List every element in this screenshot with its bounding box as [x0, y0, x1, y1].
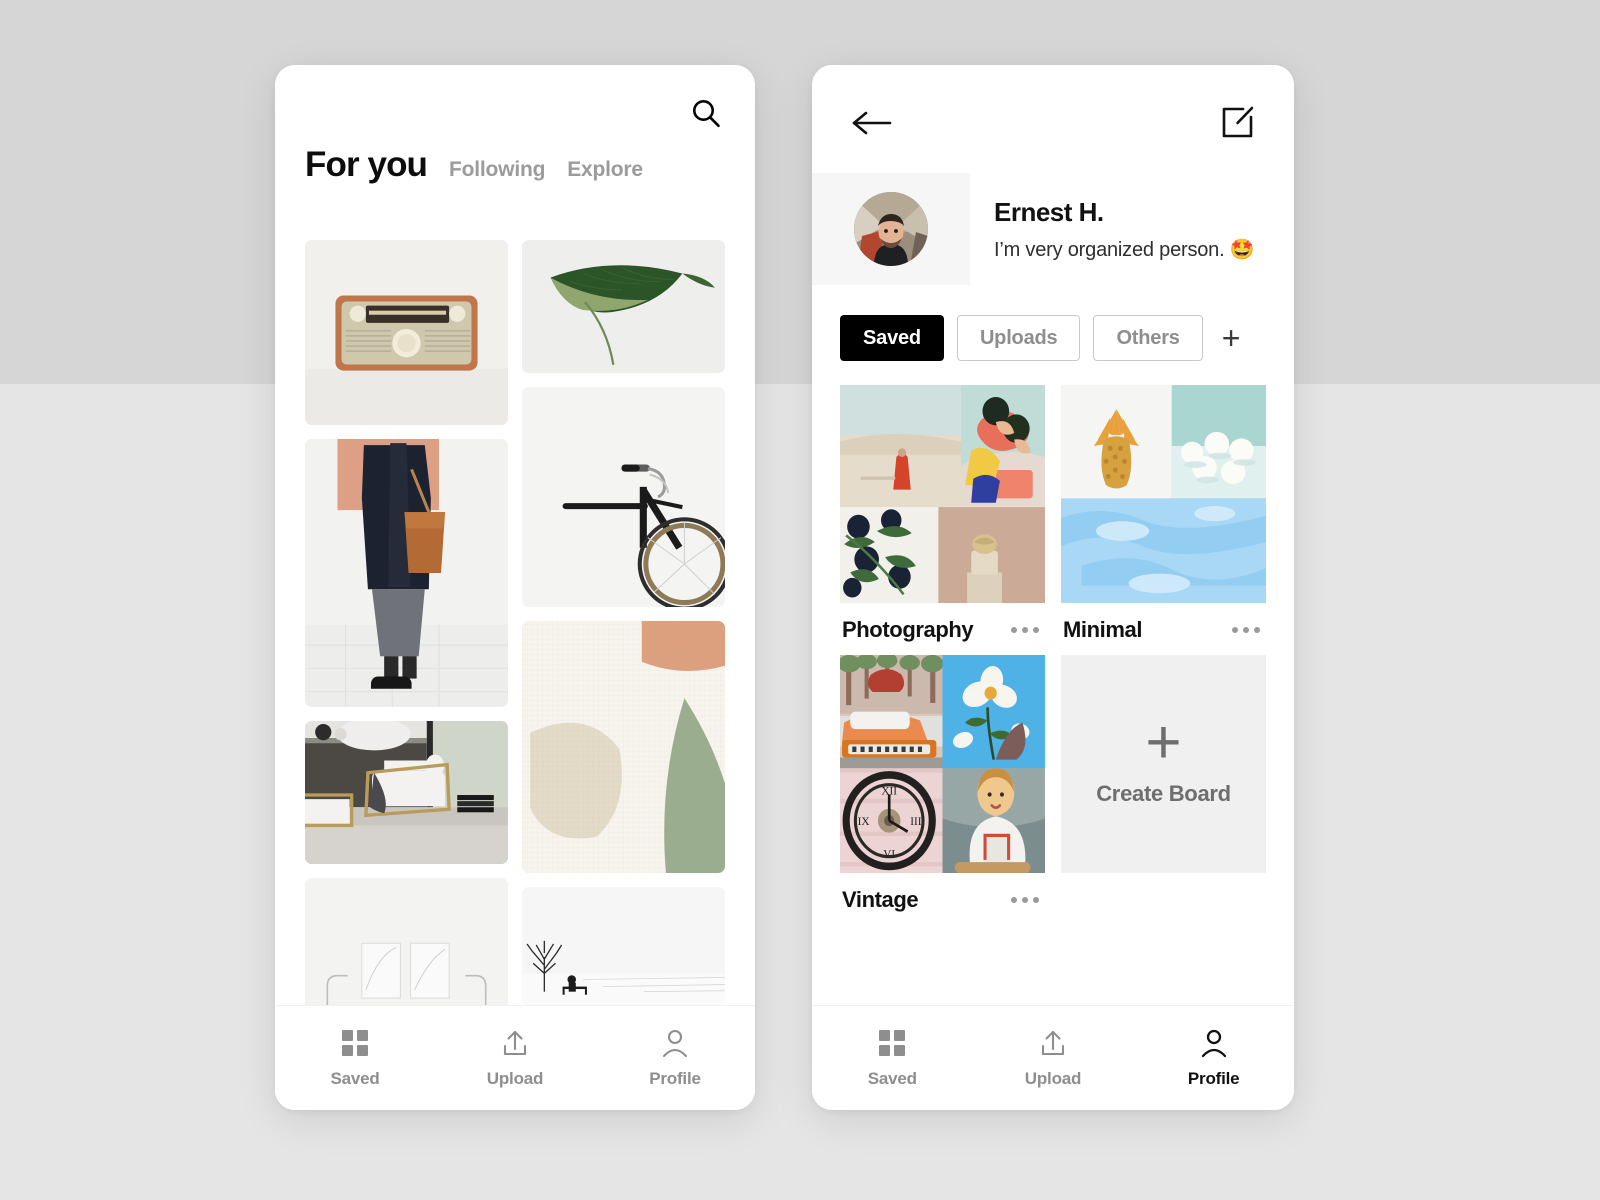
bicycle-handlebar-photo[interactable] [522, 387, 725, 607]
create-board-label: Create Board [1096, 780, 1231, 806]
pill-uploads[interactable]: Uploads [956, 315, 1081, 361]
page-title: For you [305, 145, 428, 184]
masonry-column-right [522, 240, 725, 1110]
feed-tabbar: For you Following Explore [275, 147, 755, 215]
arrow-left-icon[interactable] [852, 109, 892, 137]
board-card-create[interactable]: + Create Board [1061, 655, 1266, 913]
feed-phone-mockup: For you Following Explore Saved Upload P… [275, 65, 755, 1110]
feed-screen: For you Following Explore Saved Upload P… [275, 65, 755, 1110]
feed-topbar [275, 65, 755, 147]
upload-icon [1038, 1028, 1068, 1058]
nav-item-upload[interactable]: Upload [973, 1028, 1134, 1089]
profile-text-block: Ernest H. I’m very organized person. 🤩 [970, 197, 1255, 262]
avatar[interactable] [854, 192, 928, 266]
profile-phone-mockup: Ernest H. I’m very organized person. 🤩 S… [812, 65, 1294, 1110]
svg-text:VI: VI [883, 847, 895, 860]
board-foot-photography: Photography [840, 603, 1045, 643]
board-name-minimal: Minimal [1063, 617, 1143, 642]
board-name-vintage: Vintage [842, 887, 919, 912]
add-board-pill[interactable]: + [1216, 322, 1247, 354]
nav-label-profile: Profile [649, 1068, 701, 1088]
woman-with-tote-bag-photo[interactable] [305, 439, 508, 707]
canvas: For you Following Explore Saved Upload P… [0, 0, 1600, 1200]
profile-filter-pills: Saved Uploads Others + [812, 285, 1294, 385]
abstract-shapes-artwork[interactable] [522, 621, 725, 873]
board-thumb-vintage[interactable]: XII III VI IX [840, 655, 1045, 873]
more-options-icon[interactable] [1232, 627, 1264, 633]
upload-icon [500, 1028, 530, 1058]
profile-identity-row: Ernest H. I’m very organized person. 🤩 [812, 173, 1294, 285]
nav-item-upload[interactable]: Upload [435, 1028, 595, 1089]
board-thumb-photography[interactable] [840, 385, 1045, 603]
profile-bottom-navbar: Saved Upload Profile [812, 1005, 1294, 1110]
person-icon [1199, 1028, 1229, 1058]
pill-saved[interactable]: Saved [840, 315, 944, 361]
nav-item-profile[interactable]: Profile [595, 1028, 755, 1089]
svg-text:III: III [910, 815, 921, 828]
modern-armchair-interior-photo[interactable] [305, 721, 508, 864]
svg-text:IX: IX [858, 815, 870, 828]
feed-masonry-grid[interactable] [275, 240, 755, 1110]
nav-item-saved[interactable]: Saved [275, 1028, 435, 1089]
compose-icon[interactable] [1220, 105, 1254, 139]
board-card-minimal[interactable]: Minimal [1061, 385, 1266, 643]
board-foot-vintage: Vintage [840, 873, 1045, 913]
profile-topbar [812, 65, 1294, 173]
winter-tree-bench-photo[interactable] [522, 887, 725, 1005]
background-top-band [0, 0, 1600, 384]
nav-label-saved: Saved [867, 1068, 917, 1088]
boards-grid: Photography Minimal XII III VI IX Vintag… [812, 385, 1294, 913]
board-foot-minimal: Minimal [1061, 603, 1266, 643]
search-icon[interactable] [689, 97, 723, 131]
board-thumb-minimal[interactable] [1061, 385, 1266, 603]
nav-label-upload: Upload [486, 1068, 544, 1088]
nav-item-saved[interactable]: Saved [812, 1028, 973, 1089]
masonry-column-left [305, 240, 508, 1110]
profile-bio: I’m very organized person. 🤩 [994, 238, 1255, 261]
pill-others[interactable]: Others [1093, 315, 1203, 361]
grid-icon [877, 1028, 907, 1058]
person-icon [660, 1028, 690, 1058]
board-card-photography[interactable]: Photography [840, 385, 1045, 643]
nav-label-saved: Saved [330, 1068, 380, 1088]
nav-item-profile[interactable]: Profile [1133, 1028, 1294, 1089]
profile-name: Ernest H. [994, 196, 1104, 227]
feed-bottom-navbar: Saved Upload Profile [275, 1005, 755, 1110]
nav-label-profile: Profile [1187, 1068, 1240, 1088]
nav-label-upload: Upload [1024, 1068, 1082, 1088]
avatar-cell [812, 173, 970, 285]
more-options-icon[interactable] [1011, 627, 1043, 633]
vintage-radio-photo[interactable] [305, 240, 508, 425]
profile-screen: Ernest H. I’m very organized person. 🤩 S… [812, 65, 1294, 1110]
green-leaf-photo[interactable] [522, 240, 725, 373]
more-options-icon[interactable] [1011, 897, 1043, 903]
plus-icon: + [1145, 708, 1182, 778]
grid-icon [340, 1028, 370, 1058]
board-name-photography: Photography [842, 617, 974, 642]
board-card-vintage[interactable]: XII III VI IX Vintage [840, 655, 1045, 913]
create-board-button[interactable]: + Create Board [1061, 655, 1266, 873]
tab-following[interactable]: Following [449, 159, 545, 180]
tab-explore[interactable]: Explore [567, 159, 643, 180]
